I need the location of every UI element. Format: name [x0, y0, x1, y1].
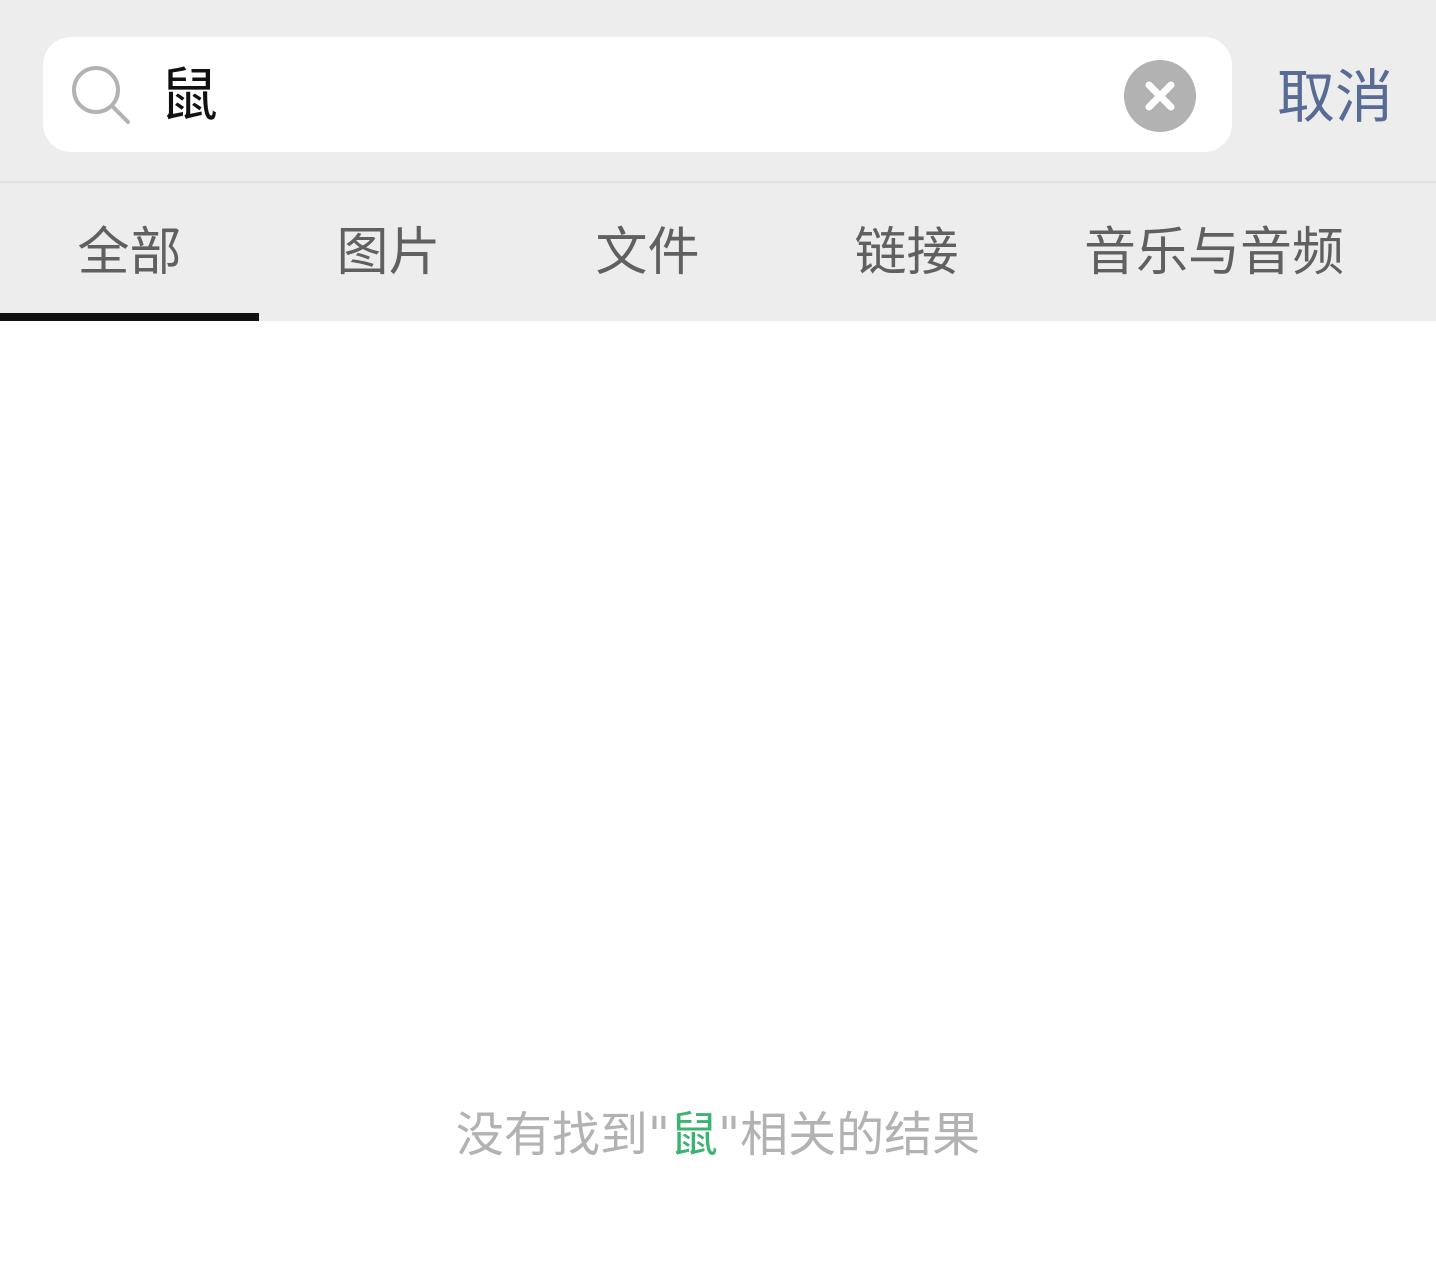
- search-icon: [72, 66, 130, 124]
- tab-all[interactable]: 全部: [0, 183, 259, 321]
- search-input[interactable]: 鼠: [160, 58, 218, 132]
- no-results-suffix: "相关的结果: [718, 1107, 981, 1163]
- clear-search-button[interactable]: [1124, 60, 1196, 132]
- tab-bar: 全部 图片 文件 链接 音乐与音频: [0, 183, 1436, 321]
- cancel-button[interactable]: 取消: [1262, 60, 1408, 134]
- tab-images[interactable]: 图片: [259, 183, 518, 321]
- no-results-message: 没有找到"鼠"相关的结果: [0, 1102, 1436, 1168]
- tab-links[interactable]: 链接: [777, 183, 1036, 321]
- no-results-keyword: 鼠: [669, 1107, 718, 1163]
- tab-files[interactable]: 文件: [518, 183, 777, 321]
- clear-icon: [1145, 81, 1175, 111]
- search-field[interactable]: [43, 37, 1232, 152]
- active-tab-indicator: [0, 313, 259, 321]
- no-results-prefix: 没有找到": [455, 1107, 670, 1163]
- tab-music-audio[interactable]: 音乐与音频: [1036, 183, 1392, 321]
